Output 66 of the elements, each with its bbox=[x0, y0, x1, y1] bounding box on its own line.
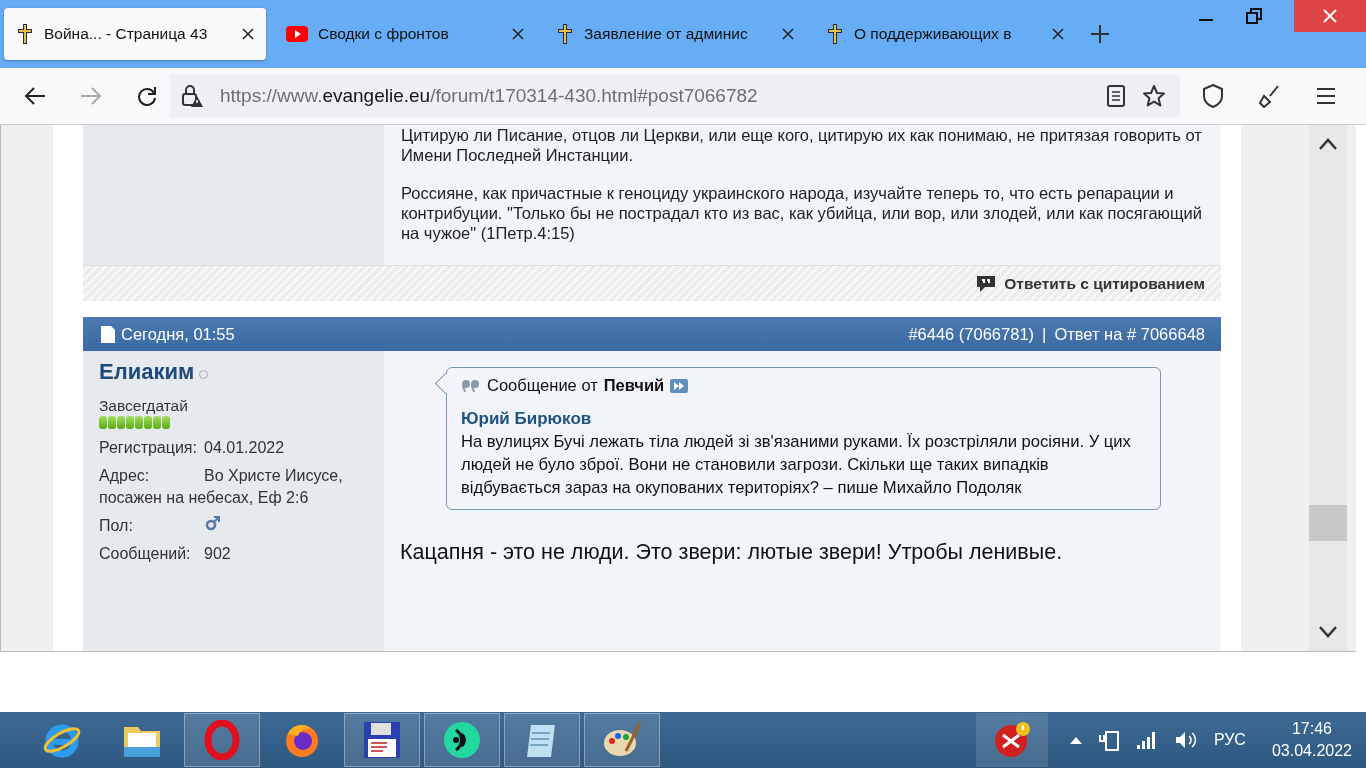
volume-icon[interactable] bbox=[1173, 730, 1198, 750]
close-icon bbox=[1322, 8, 1338, 24]
menu-icon[interactable] bbox=[1316, 87, 1336, 105]
taskbar-app[interactable] bbox=[975, 713, 1048, 767]
browser-tab[interactable]: Война... - Страница 43 bbox=[4, 8, 266, 60]
clock-date[interactable]: 03.04.2022 bbox=[1271, 740, 1352, 762]
palette-icon bbox=[602, 721, 642, 759]
cross-icon bbox=[16, 23, 34, 45]
reply-with-quote-button[interactable]: Ответить с цитированием bbox=[976, 273, 1205, 294]
address-field[interactable]: https://www.evangelie.eu/forum/t170314-430.html#post7066782 bbox=[170, 74, 1180, 118]
scrollbar[interactable] bbox=[1309, 125, 1347, 651]
quote-marks-icon bbox=[461, 378, 481, 393]
taskbar-app[interactable] bbox=[424, 713, 500, 767]
close-icon[interactable] bbox=[242, 28, 254, 40]
close-icon[interactable] bbox=[782, 28, 794, 40]
view-post-icon[interactable] bbox=[670, 378, 689, 393]
shield-icon[interactable] bbox=[1202, 84, 1224, 108]
back-icon[interactable] bbox=[24, 86, 46, 106]
field-label: Пол: bbox=[99, 516, 134, 536]
new-tab-icon[interactable] bbox=[1090, 24, 1110, 44]
show-hidden-icons-icon[interactable] bbox=[1069, 736, 1082, 744]
error-alert-icon bbox=[992, 721, 1031, 759]
browser-tab[interactable]: Заявление от админис bbox=[544, 8, 806, 60]
signal-icon[interactable] bbox=[1135, 730, 1158, 750]
language-indicator[interactable]: РУС bbox=[1213, 731, 1246, 749]
lock-warning-icon bbox=[180, 84, 204, 108]
close-icon[interactable] bbox=[1052, 28, 1064, 40]
post-paragraph: Цитирую ли Писание, отцов ли Церкви, или еще кого, цитирую их как понимаю, не притязая говорить от Имени Последней Инстанции. bbox=[401, 125, 1203, 165]
reader-view-icon[interactable] bbox=[1106, 85, 1126, 107]
quote-title: Юрий Бирюков bbox=[461, 409, 593, 429]
male-icon bbox=[205, 515, 221, 531]
browser-tab[interactable]: Сводки с фронтов bbox=[274, 8, 536, 60]
signal-rings-icon bbox=[442, 720, 482, 760]
quote-source: Сообщение от bbox=[487, 376, 598, 395]
separator: | bbox=[1042, 324, 1047, 344]
document-icon bbox=[101, 325, 115, 343]
video-icon bbox=[286, 26, 308, 42]
reply-to-link[interactable]: Ответ на # 7066648 bbox=[1054, 324, 1205, 344]
scroll-up-icon[interactable] bbox=[1318, 137, 1338, 151]
close-icon[interactable] bbox=[512, 28, 524, 40]
scroll-down-icon[interactable] bbox=[1318, 625, 1338, 639]
reload-icon[interactable] bbox=[136, 85, 158, 107]
restore-icon[interactable] bbox=[1246, 8, 1262, 24]
battery-icon[interactable] bbox=[1097, 729, 1120, 751]
close-window-button[interactable] bbox=[1294, 0, 1366, 32]
speech-bubble-icon bbox=[976, 273, 997, 294]
browser-tab[interactable]: О поддерживающих в bbox=[814, 8, 1076, 60]
profile-field: Сообщений: 902 bbox=[99, 543, 368, 565]
cross-icon bbox=[826, 23, 844, 45]
taskbar-app[interactable] bbox=[344, 713, 420, 767]
o-logo-icon bbox=[204, 720, 240, 760]
post-date: Сегодня, 01:55 bbox=[121, 324, 235, 344]
post-message: Кацапня - это не люди. Это звери: лютые звери! Утробы ленивые. bbox=[400, 540, 1064, 565]
cross-icon bbox=[556, 23, 574, 45]
scroll-thumb[interactable] bbox=[1309, 505, 1347, 541]
user-rank: Завсегдатай bbox=[99, 397, 189, 415]
quote-author-link[interactable]: Певчий bbox=[603, 376, 665, 395]
username-link[interactable]: Елиаким bbox=[99, 359, 195, 385]
post-paragraph: Россияне, как причастные к геноциду украинского народа, изучайте теперь то, что есть репарации и контрибуции. "Только бы не пострадал кто из вас, как убийца, или вор, или злодей, или как посягающий на чужое" (1Петр.4:15) bbox=[401, 183, 1203, 243]
quote-text: На вулицях Бучі лежать тіла людей зі зв'язаними руками. Їх розстріляли росіяни. У цих людей не було зброї. Вони не становили загрози. Скільки ще таких випадків відбувається зараз на окупованих територіях? – пише Михайло Подоляк bbox=[461, 431, 1132, 499]
post-number-link[interactable]: #6446 (7066781) bbox=[908, 324, 1035, 344]
clock-time[interactable]: 17:46 bbox=[1291, 718, 1332, 740]
star-icon[interactable] bbox=[1142, 84, 1166, 108]
profile-field: Регистрация: 04.01.2022 bbox=[99, 437, 368, 459]
profile-field: Адрес: Во Христе Иисусе, посажен на небесах, Еф 2:6 bbox=[99, 465, 368, 509]
broom-icon[interactable] bbox=[1258, 84, 1282, 108]
